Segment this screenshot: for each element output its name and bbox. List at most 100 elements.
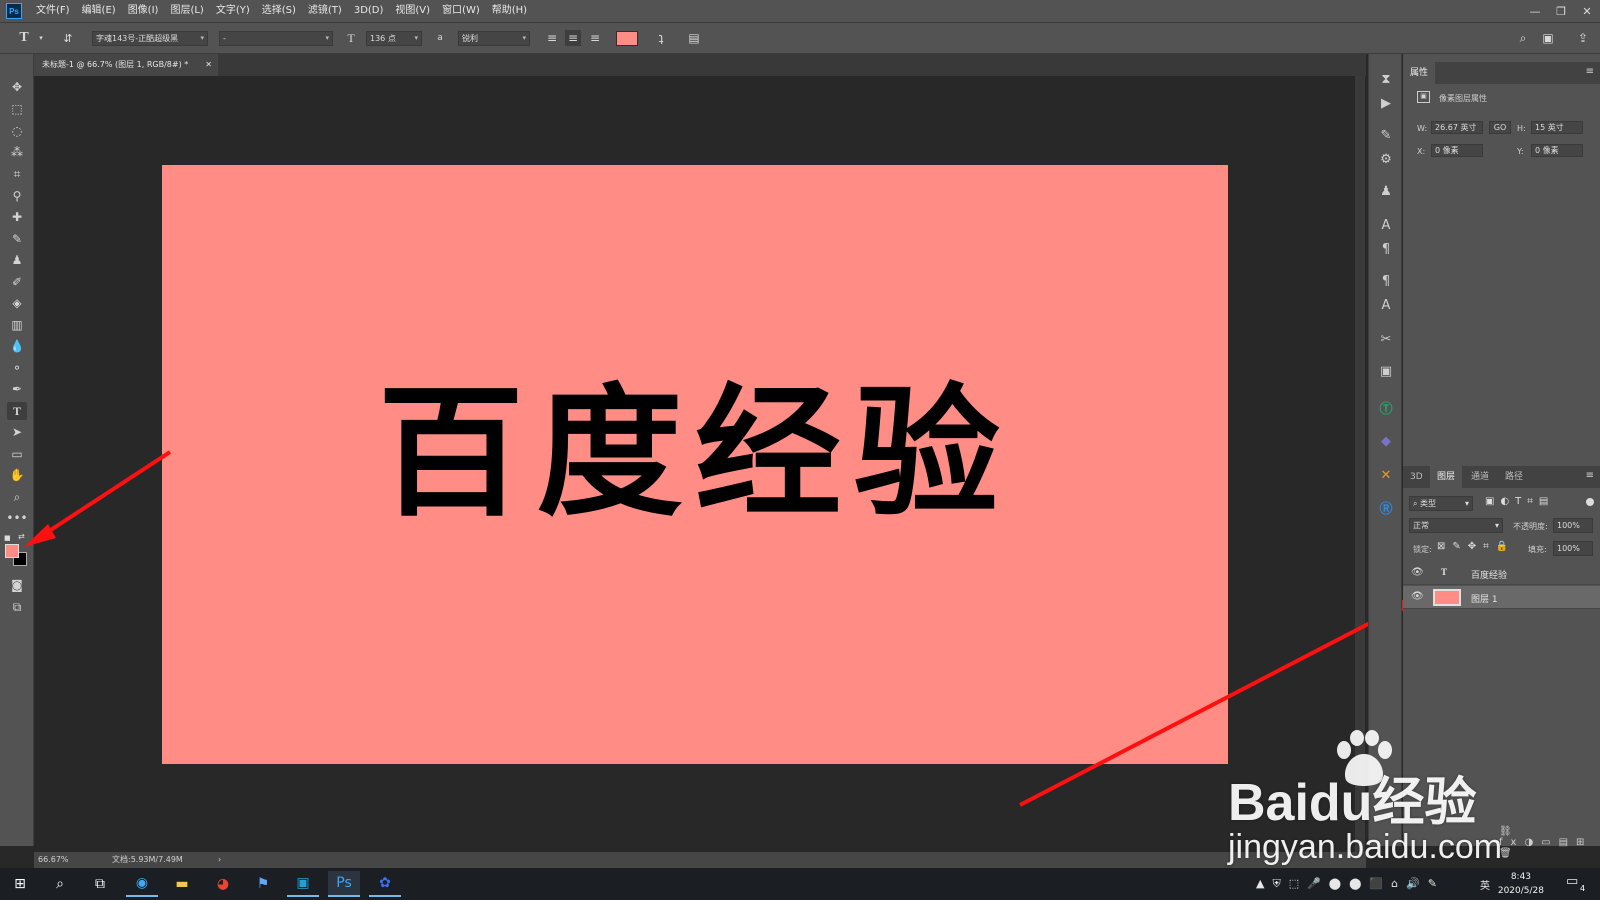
- character-styles-icon[interactable]: A: [1375, 294, 1397, 316]
- status-arrow-icon[interactable]: ›: [218, 852, 221, 868]
- close-icon[interactable]: ✕: [1574, 0, 1600, 22]
- fill-field[interactable]: 100%: [1553, 541, 1593, 556]
- align-left-icon[interactable]: ≡: [544, 30, 560, 46]
- workspace-icon[interactable]: ▣: [1540, 30, 1556, 46]
- app-blue-icon[interactable]: ▣: [287, 871, 319, 897]
- eyedropper-tool-icon[interactable]: ⚲: [7, 187, 27, 205]
- warp-text-icon[interactable]: ʇ: [653, 30, 669, 46]
- layer-name[interactable]: 百度经验: [1471, 568, 1507, 581]
- magic-wand-tool-icon[interactable]: ⁂: [7, 143, 27, 161]
- task-view-icon[interactable]: ⧉: [84, 871, 116, 897]
- paragraph-styles-icon[interactable]: ¶: [1375, 270, 1397, 292]
- type-tool-preset-icon[interactable]: T: [16, 30, 32, 46]
- height-field[interactable]: 15 英寸: [1531, 121, 1583, 134]
- tab-layers[interactable]: 图层: [1430, 466, 1463, 488]
- rectangle-tool-icon[interactable]: ▭: [7, 445, 27, 463]
- x-field[interactable]: 0 像素: [1431, 144, 1483, 157]
- clock[interactable]: 8:43 2020/5/28: [1498, 870, 1544, 898]
- chrome-icon[interactable]: ◕: [207, 871, 239, 897]
- character-panel-icon[interactable]: ▤: [686, 30, 702, 46]
- restore-icon[interactable]: ❐: [1548, 0, 1574, 22]
- layer-footer-icons[interactable]: ⛓fx◑▭▤⊞🗑: [1499, 826, 1600, 859]
- hand-tool-icon[interactable]: ✋: [7, 466, 27, 484]
- gradient-tool-icon[interactable]: ▥: [7, 316, 27, 334]
- lock-icons[interactable]: ⊠✎✥⌗🔒: [1437, 541, 1515, 552]
- share-icon[interactable]: ⇪: [1575, 30, 1591, 46]
- link-dimensions-button[interactable]: GO: [1489, 121, 1511, 134]
- layer-name[interactable]: 图层 1: [1471, 592, 1498, 605]
- layer-row-text[interactable]: 👁 T 百度经验: [1403, 562, 1600, 585]
- filter-toggle-icon[interactable]: [1586, 498, 1594, 506]
- tab-3d[interactable]: 3D: [1403, 466, 1430, 488]
- y-field[interactable]: 0 像素: [1531, 144, 1583, 157]
- tab-properties[interactable]: 属性: [1403, 62, 1436, 84]
- menu-3d[interactable]: 3D(D): [348, 0, 390, 22]
- screen-mode-icon[interactable]: ⧉: [7, 598, 27, 616]
- baidu-paw-icon[interactable]: ✿: [369, 871, 401, 897]
- blend-mode-select[interactable]: 正常 ▾: [1409, 518, 1503, 533]
- more-tools-icon[interactable]: •••: [6, 509, 27, 527]
- menu-select[interactable]: 选择(S): [256, 0, 302, 22]
- dodge-tool-icon[interactable]: ⚬: [7, 359, 27, 377]
- adjustments-icon[interactable]: ⚙: [1375, 148, 1397, 170]
- ime-indicator[interactable]: 英: [1480, 877, 1490, 892]
- healing-brush-tool-icon[interactable]: ✚: [7, 208, 27, 226]
- libraries-icon[interactable]: ▣: [1375, 360, 1397, 382]
- menu-file[interactable]: 文件(F): [30, 0, 76, 22]
- actions-play-icon[interactable]: ▶: [1375, 92, 1397, 114]
- foreground-color-swatch[interactable]: [5, 544, 19, 558]
- font-style-select[interactable]: - ▾: [219, 31, 333, 46]
- close-tab-icon[interactable]: ✕: [205, 54, 212, 76]
- menu-help[interactable]: 帮助(H): [486, 0, 533, 22]
- zoom-tool-icon[interactable]: ⌕: [7, 488, 27, 506]
- opacity-field[interactable]: 100%: [1553, 518, 1593, 533]
- eye-icon[interactable]: 👁: [1411, 567, 1424, 579]
- align-right-icon[interactable]: ≡: [587, 30, 603, 46]
- menu-layer[interactable]: 图层(L): [164, 0, 209, 22]
- menu-filter[interactable]: 滤镜(T): [302, 0, 348, 22]
- width-field[interactable]: 26.67 英寸: [1431, 121, 1483, 134]
- blur-tool-icon[interactable]: 💧: [7, 337, 27, 355]
- eraser-tool-icon[interactable]: ◈: [7, 294, 27, 312]
- antialias-select[interactable]: 锐利 ▾: [458, 31, 530, 46]
- lasso-tool-icon[interactable]: ◌: [7, 122, 27, 140]
- marquee-tool-icon[interactable]: ⬚: [7, 100, 27, 118]
- scissors-plugin-icon[interactable]: ✕: [1375, 464, 1397, 486]
- file-explorer-icon[interactable]: ▬: [166, 871, 198, 897]
- tool-presets-icon[interactable]: ✂: [1375, 328, 1397, 350]
- quick-mask-icon[interactable]: ◙: [7, 576, 27, 594]
- menu-edit[interactable]: 编辑(E): [76, 0, 122, 22]
- zoom-level[interactable]: 66.67%: [38, 852, 69, 868]
- search-icon[interactable]: ⌕: [44, 871, 76, 897]
- tray-icons[interactable]: ▲⛨⬚🎤⬤⬤⬛⌂🔊✎: [1256, 877, 1445, 891]
- menu-view[interactable]: 视图(V): [389, 0, 436, 22]
- move-tool-icon[interactable]: ✥: [7, 78, 27, 96]
- notification-icon[interactable]: ▭: [1566, 874, 1578, 889]
- crop-tool-icon[interactable]: ⌗: [7, 165, 27, 183]
- character-icon[interactable]: A: [1375, 214, 1397, 236]
- default-colors-icon[interactable]: ■: [4, 534, 12, 542]
- brush-tool-icon[interactable]: ✎: [7, 230, 27, 248]
- plugin-diamond-icon[interactable]: ◆: [1375, 430, 1397, 452]
- photoshop-taskbar-icon[interactable]: Ps: [328, 871, 360, 897]
- text-color-swatch[interactable]: [616, 31, 638, 46]
- tab-channels[interactable]: 通道: [1464, 466, 1496, 488]
- brush-settings-icon[interactable]: ✎: [1375, 124, 1397, 146]
- document-tab[interactable]: 未标题-1 @ 66.7% (图层 1, RGB/8#) * ✕: [34, 54, 218, 76]
- clone-stamp-tool-icon[interactable]: ♟: [7, 251, 27, 269]
- canvas-text-layer[interactable]: 百度经验: [378, 337, 1012, 543]
- path-selection-tool-icon[interactable]: ➤: [7, 423, 27, 441]
- paragraph-icon[interactable]: ¶: [1375, 238, 1397, 260]
- canvas[interactable]: 百度经验: [162, 165, 1228, 764]
- windows-start-icon[interactable]: ⊞: [4, 871, 36, 897]
- tab-paths[interactable]: 路径: [1498, 466, 1530, 488]
- layers-menu-icon[interactable]: ≡: [1586, 470, 1594, 481]
- menu-type[interactable]: 文字(Y): [210, 0, 256, 22]
- chevron-down-icon[interactable]: ▾: [33, 30, 49, 46]
- tk-plugin-icon[interactable]: Ⓣ: [1375, 396, 1397, 418]
- text-orientation-icon[interactable]: ⇵: [60, 30, 76, 46]
- type-tool-icon[interactable]: T: [7, 402, 27, 420]
- clone-source-icon[interactable]: ♟: [1375, 180, 1397, 202]
- font-size-input[interactable]: 136 点 ▾: [366, 31, 422, 46]
- app-icon[interactable]: ⚑: [247, 871, 279, 897]
